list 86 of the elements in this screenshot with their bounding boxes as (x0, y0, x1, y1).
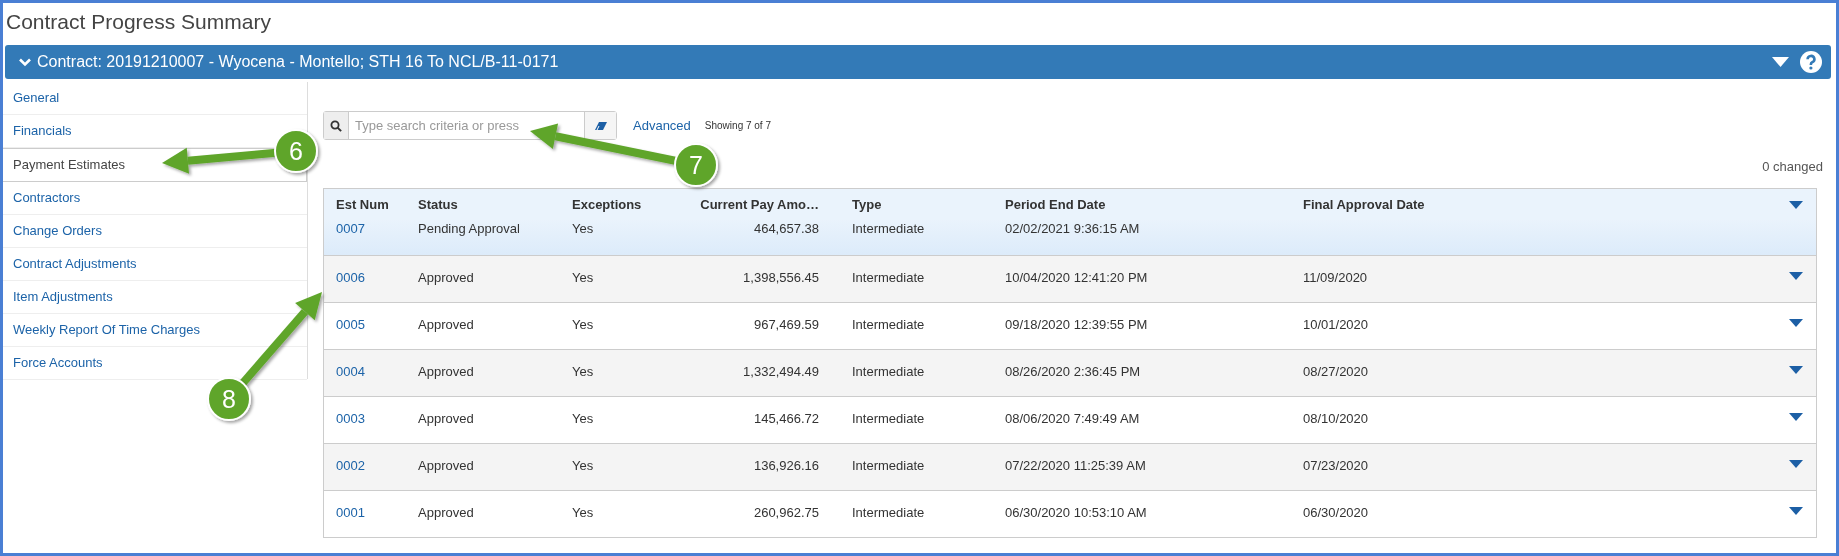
table-cell-text: Intermediate (852, 221, 926, 236)
column-header[interactable]: Period End Date (1005, 196, 1303, 212)
caret-icon[interactable] (1789, 507, 1803, 515)
caret-icon[interactable] (1789, 413, 1803, 421)
table-cell-text: 464,657.38 (752, 221, 820, 236)
column-header[interactable]: Type (852, 196, 1005, 212)
caret-icon[interactable] (1789, 201, 1803, 209)
table-cell-text: 136,926.16 (752, 458, 820, 473)
sidebar-item[interactable]: Force Accounts (13, 355, 103, 370)
caret-icon[interactable] (1789, 366, 1803, 374)
column-header[interactable]: Exceptions (572, 196, 667, 212)
estimate-link[interactable]: 0003 (336, 411, 365, 426)
table-cell-text: 06/30/2020 10:53:10 AM (1005, 505, 1148, 520)
search-icon (330, 119, 342, 132)
table-cell-text: Approved (418, 317, 475, 332)
changed-count: 0 changed (1762, 159, 1823, 174)
table-cell-text: Approved (418, 505, 475, 520)
sidebar-item[interactable]: Item Adjustments (13, 289, 113, 304)
sidebar-item[interactable]: Payment Estimates (13, 157, 125, 172)
table-cell-text: 1,332,494.49 (742, 364, 820, 379)
table-cell-text: Yes (572, 317, 595, 332)
table-cell-text: Approved (418, 411, 475, 426)
clear-button[interactable] (584, 112, 616, 139)
table-cell-text: 967,469.59 (752, 317, 820, 332)
search-box[interactable]: Type search criteria or press (323, 111, 617, 140)
table-cell-text: 09/18/2020 12:39:55 PM (1005, 317, 1149, 332)
table-cell-text: 10/04/2020 12:41:20 PM (1005, 270, 1149, 285)
sidebar-item[interactable]: Change Orders (13, 223, 102, 238)
table-cell-text: 07/23/2020 (1303, 458, 1370, 473)
table-cell-text: Intermediate (852, 505, 926, 520)
table-cell-text: Intermediate (852, 270, 926, 285)
table-cell-text: 145,466.72 (752, 411, 820, 426)
column-header[interactable]: Current Pay Amo… (667, 196, 852, 212)
column-header[interactable]: Status (418, 196, 572, 212)
chevron-down-icon[interactable] (19, 57, 31, 67)
contract-title: Contract: 20191210007 - Wyocena - Montello; STH 16 To NCL/B-11-0171 (37, 53, 560, 71)
sidebar-item[interactable]: Weekly Report Of Time Charges (13, 322, 200, 337)
table-cell-text: 08/26/2020 2:36:45 PM (1005, 364, 1142, 379)
table-cell-text: Approved (418, 364, 475, 379)
estimate-link[interactable]: 0006 (336, 270, 365, 285)
step-badge: 6 (274, 129, 318, 173)
page-title: Contract Progress Summary (5, 9, 272, 35)
table-cell-text: 1,398,556.45 (742, 270, 820, 285)
table-cell-text: 06/30/2020 (1303, 505, 1370, 520)
result-count: Showing 7 of 7 (704, 120, 771, 131)
estimate-link[interactable]: 0007 (336, 221, 365, 236)
table-cell-text: 07/22/2020 11:25:39 AM (1005, 458, 1147, 473)
table-cell-text: 08/06/2020 7:49:49 AM (1005, 411, 1141, 426)
sidebar-item[interactable]: Contract Adjustments (13, 256, 137, 271)
table-cell-text: Approved (418, 458, 475, 473)
table-cell-text: Yes (572, 270, 595, 285)
table-cell-text: Yes (572, 221, 595, 236)
table-cell-text: 10/01/2020 (1303, 317, 1370, 332)
table-cell-text: Pending Approval (418, 221, 521, 236)
eraser-icon (593, 120, 608, 131)
caret-icon[interactable] (1789, 460, 1803, 468)
column-header[interactable]: Est Num (336, 196, 418, 212)
table-cell-text: Intermediate (852, 458, 926, 473)
table-cell-text: Yes (572, 505, 595, 520)
estimate-link[interactable]: 0002 (336, 458, 365, 473)
sidebar-item[interactable]: Financials (13, 123, 72, 138)
table-cell-text: Yes (572, 411, 595, 426)
table-cell-text: Approved (418, 270, 475, 285)
estimate-link[interactable]: 0001 (336, 505, 365, 520)
table-cell-text: Intermediate (852, 317, 926, 332)
estimate-link[interactable]: 0004 (336, 364, 365, 379)
table-cell-text: Yes (572, 458, 595, 473)
sidebar-item[interactable]: General (13, 90, 60, 105)
table-cell-text: 08/10/2020 (1303, 411, 1370, 426)
table-cell-text: 260,962.75 (752, 505, 820, 520)
table-cell-text: Intermediate (852, 364, 926, 379)
table-cell-text: Intermediate (852, 411, 926, 426)
estimate-link[interactable]: 0005 (336, 317, 365, 332)
advanced-link[interactable]: Advanced (633, 118, 691, 133)
step-badge: 8 (207, 377, 251, 421)
sidebar-item[interactable]: Contractors (13, 190, 81, 205)
table-cell-text: 08/27/2020 (1303, 364, 1370, 379)
caret-icon[interactable] (1789, 319, 1803, 327)
caret-icon[interactable] (1789, 272, 1803, 280)
table-cell-text: 11/09/2020 (1303, 270, 1369, 285)
caret-icon[interactable] (1772, 57, 1789, 67)
column-header[interactable]: Final Approval Date (1303, 196, 1776, 212)
step-badge: 7 (674, 143, 718, 187)
table-cell-text: Yes (572, 364, 595, 379)
table-cell-text: 02/02/2021 9:36:15 AM (1005, 221, 1141, 236)
help-icon[interactable] (1799, 50, 1823, 74)
